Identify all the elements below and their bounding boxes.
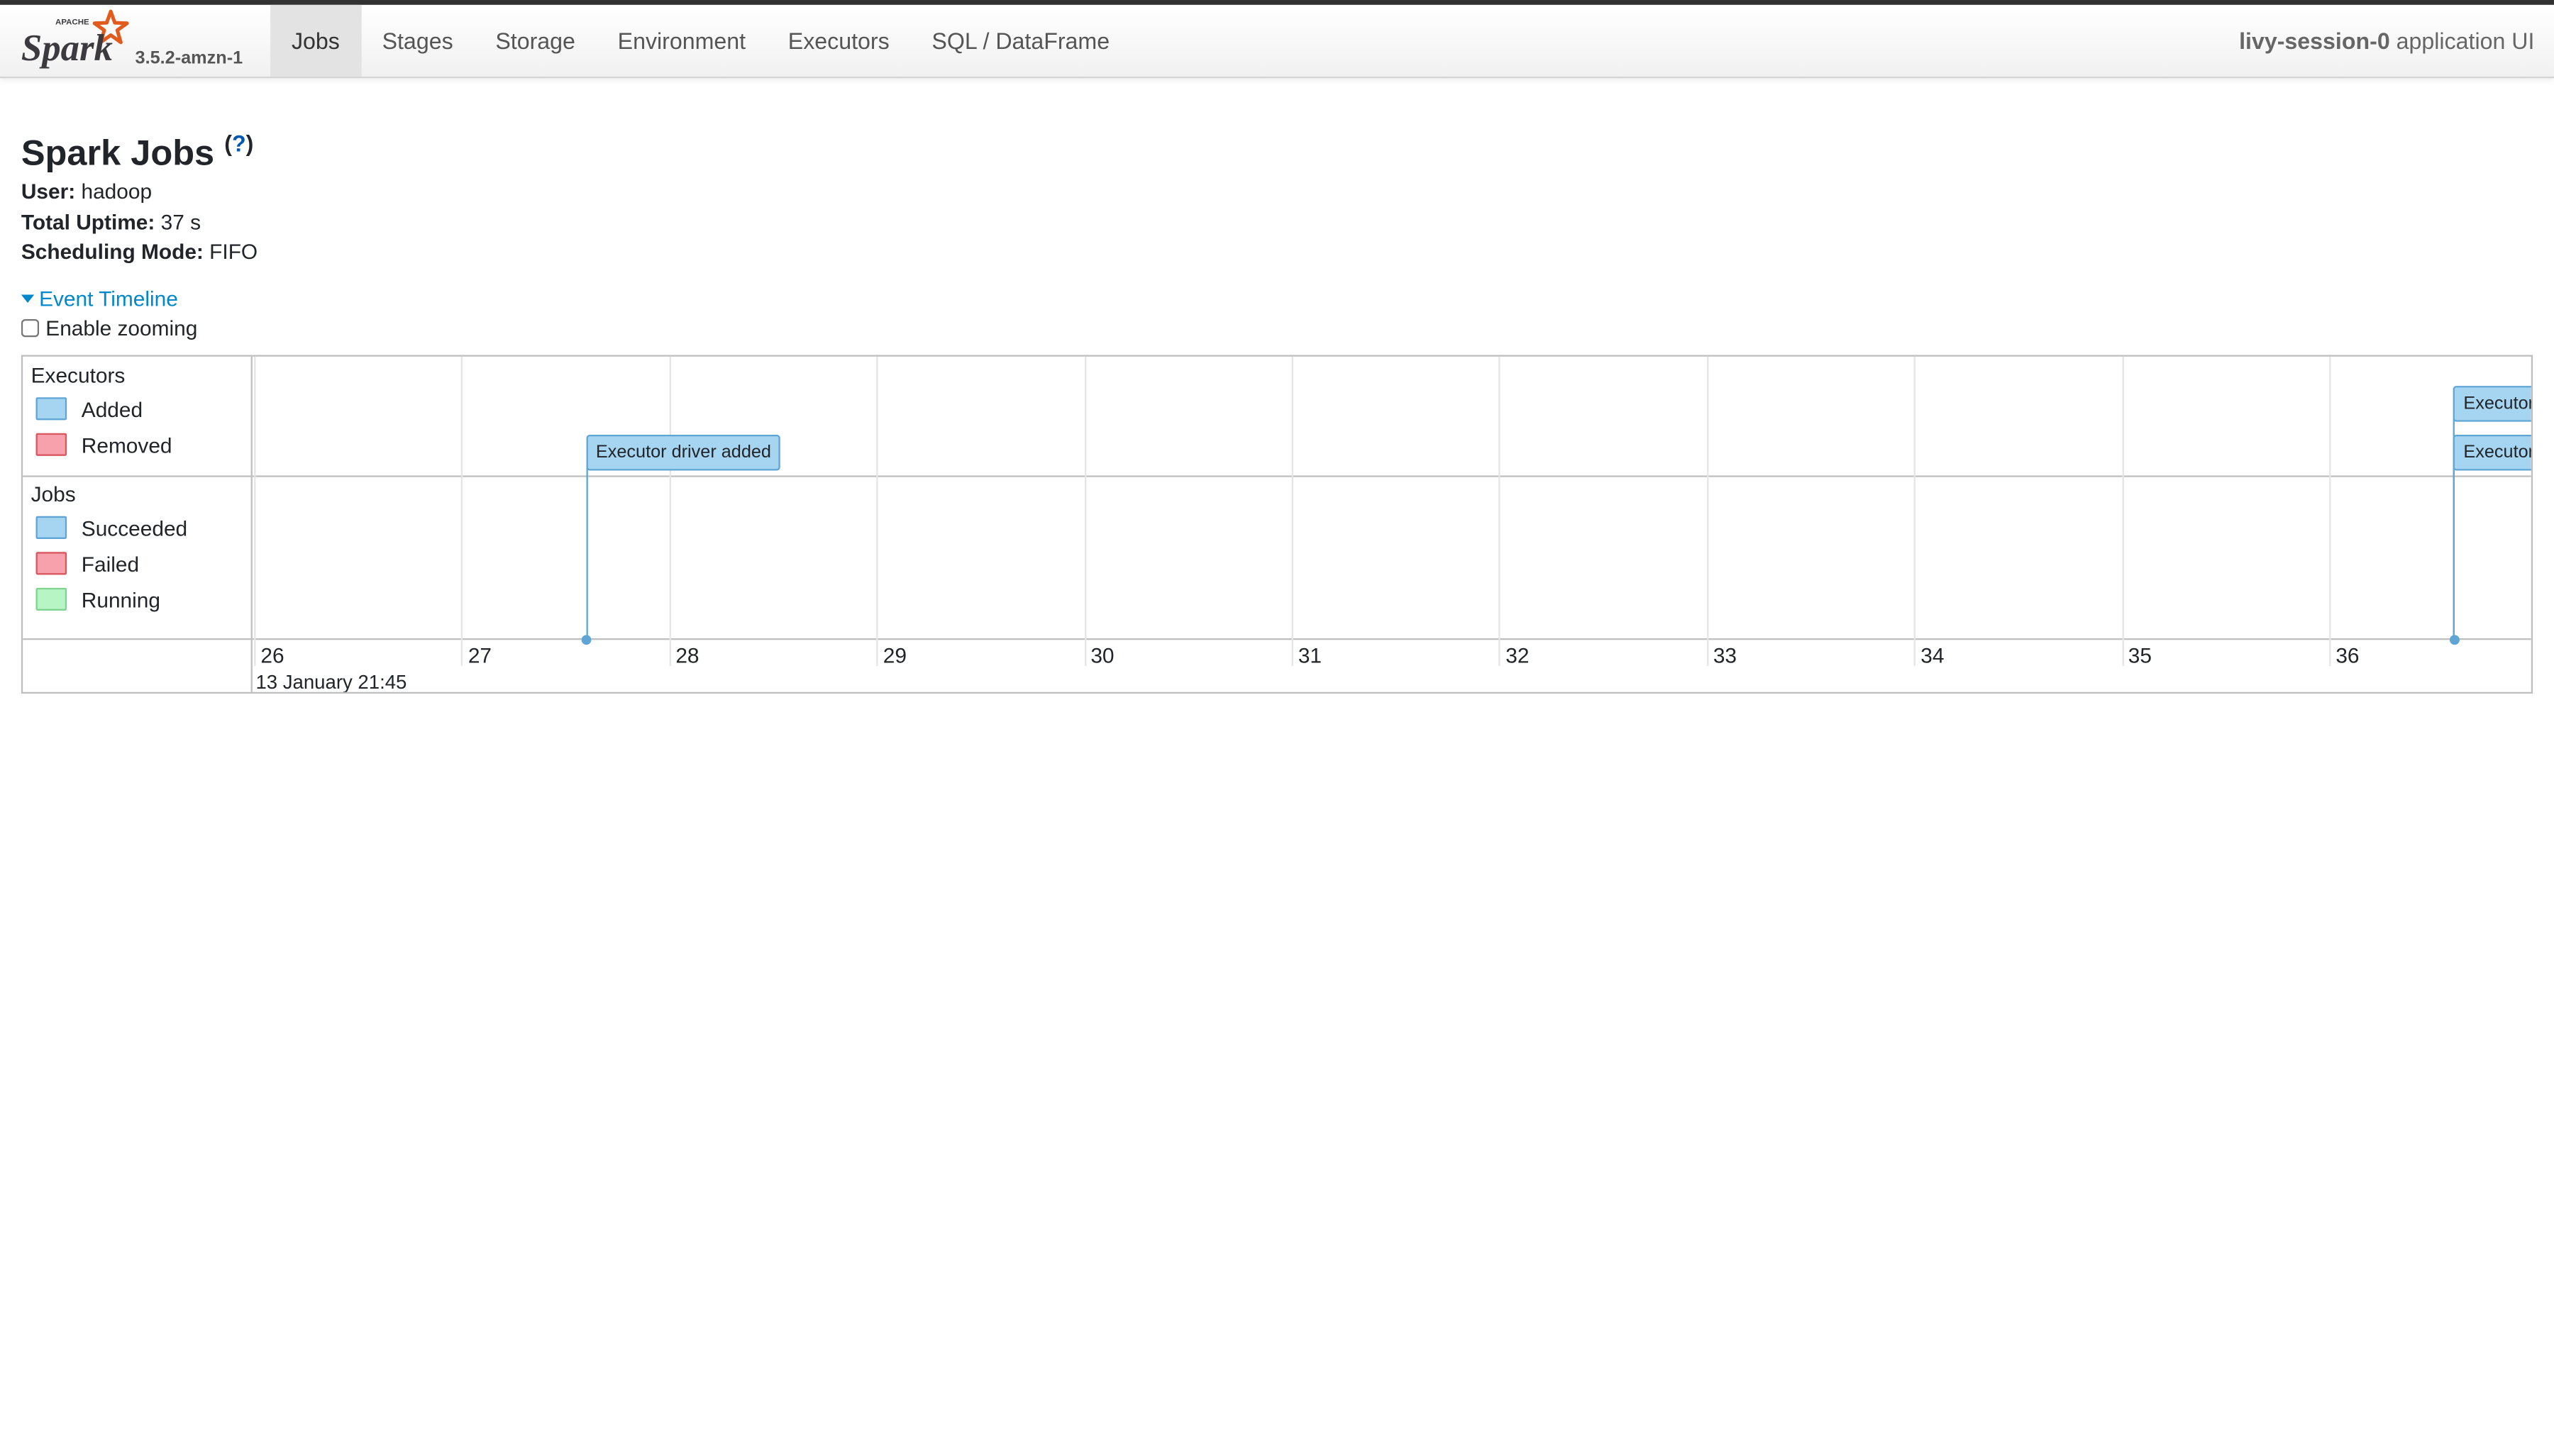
grid-line	[1084, 356, 1086, 667]
summary-user: User: hadoop	[21, 177, 2533, 207]
job-summary: User: hadoop Total Uptime: 37 s Scheduli…	[21, 177, 2533, 267]
swatch-failed	[35, 552, 67, 575]
help-link[interactable]: ?	[232, 130, 246, 157]
legend-separator	[23, 475, 251, 477]
navbar: APACHE Spark 3.5.2-amzn-1 Jobs Stages St…	[0, 4, 2554, 79]
zoom-control: Enable zooming	[21, 315, 2533, 341]
swatch-succeeded	[35, 516, 67, 539]
app-suffix: application UI	[2389, 28, 2535, 54]
legend-executor-added: Added	[35, 396, 143, 421]
event-marker-dot	[582, 635, 592, 645]
tab-jobs[interactable]: Jobs	[270, 4, 361, 77]
axis-tick-label: 34	[1920, 643, 1945, 668]
uptime-label: Total Uptime:	[21, 209, 155, 234]
enable-zooming-label: Enable zooming	[45, 316, 198, 340]
legend-succeeded-label: Succeeded	[81, 515, 188, 540]
grid-line	[2329, 356, 2331, 667]
spark-ui-page: APACHE Spark 3.5.2-amzn-1 Jobs Stages St…	[0, 0, 2554, 1456]
enable-zooming-checkbox[interactable]	[21, 318, 40, 338]
grid-line	[876, 356, 878, 667]
legend-jobs-title: Jobs	[31, 482, 76, 507]
executors-jobs-separator	[252, 475, 2531, 477]
axis-tick-label: 28	[675, 643, 700, 668]
help-tooltip[interactable]: (?)	[224, 130, 253, 157]
axis-tick-label: 26	[260, 643, 284, 668]
tab-executors[interactable]: Executors	[767, 5, 911, 77]
axis-tick-label: 36	[2335, 643, 2360, 668]
tab-storage[interactable]: Storage	[475, 5, 597, 77]
axis-tick-label: 27	[468, 643, 492, 668]
application-name: livy-session-0 application UI	[2239, 5, 2534, 77]
grid-line	[2121, 356, 2123, 667]
grid-line	[1706, 356, 1708, 667]
svg-text:APACHE: APACHE	[55, 18, 89, 26]
legend-job-failed: Failed	[35, 551, 140, 576]
legend-job-succeeded: Succeeded	[35, 515, 188, 540]
main-content: Spark Jobs (?) User: hadoop Total Uptime…	[21, 114, 2533, 694]
grid-line	[254, 356, 256, 667]
tab-environment[interactable]: Environment	[597, 5, 767, 77]
axis-tick-label: 33	[1713, 643, 1737, 668]
svg-text:Spark: Spark	[21, 28, 113, 69]
grid-line	[1499, 356, 1501, 667]
grid-line	[1914, 356, 1916, 667]
app-session-name: livy-session-0	[2239, 28, 2390, 54]
top-border	[0, 0, 2554, 5]
axis-tick-label: 35	[2128, 643, 2152, 668]
executor-event-box[interactable]: Executor	[2453, 435, 2531, 471]
page-title-row: Spark Jobs (?)	[21, 114, 2533, 173]
swatch-removed	[35, 433, 67, 456]
event-marker-dot	[2449, 635, 2460, 645]
axis-major-label: 13 January 21:45	[255, 670, 407, 692]
legend-job-running: Running	[35, 587, 161, 612]
spark-logo[interactable]: APACHE Spark 3.5.2-amzn-1	[20, 8, 264, 73]
legend-added-label: Added	[81, 396, 143, 421]
axis-tick-label: 32	[1505, 643, 1530, 668]
grid-line	[461, 356, 463, 667]
spark-version: 3.5.2-amzn-1	[135, 48, 243, 69]
spark-logo-icon: APACHE Spark	[21, 9, 129, 69]
tab-stages[interactable]: Stages	[361, 5, 475, 77]
tab-sql-dataframe[interactable]: SQL / DataFrame	[911, 5, 1131, 77]
nav-tabs: Jobs Stages Storage Environment Executor…	[270, 4, 1131, 77]
executor-event-box[interactable]: Executor	[2453, 386, 2531, 422]
legend-executor-removed: Removed	[35, 432, 172, 457]
legend-running-label: Running	[81, 587, 161, 612]
user-value: hadoop	[75, 179, 153, 204]
axis-tick-label: 29	[883, 643, 907, 668]
grid-line	[1291, 356, 1293, 667]
caret-down-icon	[21, 294, 35, 302]
swatch-running	[35, 587, 67, 611]
user-label: User:	[21, 179, 76, 204]
scheduling-mode-value: FIFO	[203, 239, 258, 264]
swatch-added	[35, 397, 67, 421]
page-title: Spark Jobs	[21, 132, 215, 174]
legend-executors-title: Executors	[31, 362, 126, 388]
legend-removed-label: Removed	[81, 432, 172, 457]
axis-tick-label: 30	[1090, 643, 1115, 668]
axis-separator	[252, 638, 2531, 640]
legend-failed-label: Failed	[81, 551, 140, 576]
uptime-value: 37 s	[155, 209, 201, 234]
executor-event-box[interactable]: Executor driver added	[586, 435, 781, 471]
event-marker-line	[2453, 418, 2455, 638]
summary-scheduling-mode: Scheduling Mode: FIFO	[21, 238, 2533, 267]
event-timeline-label: Event Timeline	[39, 285, 178, 311]
event-marker-line	[586, 467, 588, 638]
axis-tick-label: 31	[1298, 643, 1322, 668]
summary-uptime: Total Uptime: 37 s	[21, 208, 2533, 238]
timeline-plot[interactable]: 13 January 21:45 26 27 28 29 30 31 32 33 34 35 36 E…	[252, 356, 2531, 692]
legend-axis-separator	[23, 638, 251, 640]
event-timeline: Executors Added Removed Jobs Succeeded F…	[21, 355, 2533, 694]
grid-line	[669, 356, 671, 667]
scheduling-mode-label: Scheduling Mode:	[21, 239, 204, 264]
event-timeline-toggle[interactable]: Event Timeline	[21, 286, 2533, 310]
timeline-legend: Executors Added Removed Jobs Succeeded F…	[23, 356, 253, 692]
